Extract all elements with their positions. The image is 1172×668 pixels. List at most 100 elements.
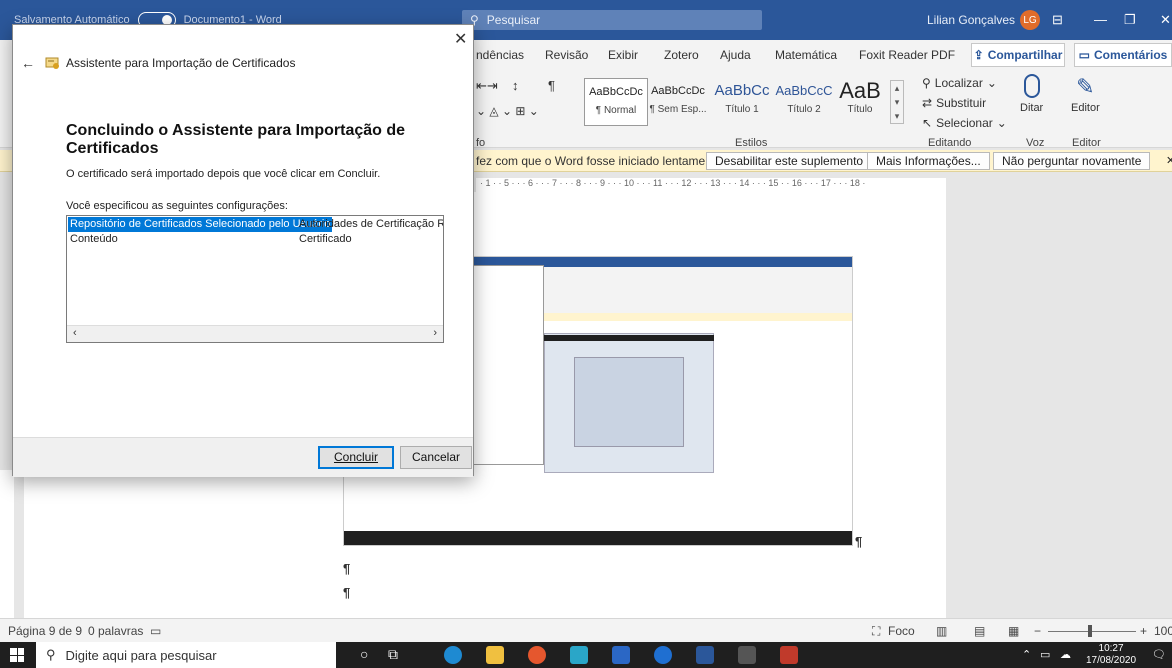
style-titulo[interactable]: AaB Título [836,78,884,126]
pilcrow-icon[interactable]: ¶ [548,78,555,93]
wizard-title: Assistente para Importação de Certificad… [66,56,296,70]
indent-icon[interactable]: ⇤⇥ [476,78,498,94]
web-layout-icon[interactable]: ▦ [1008,624,1019,638]
localizar-button[interactable]: ⚲ Localizar ⌄ [922,76,997,90]
settings-label: Você especificou as seguintes configuraç… [66,200,288,212]
title-search-box[interactable]: ⚲ Pesquisar [462,10,762,30]
scroll-right-icon[interactable]: › [433,327,437,339]
chevron-up-icon[interactable]: ⌃ [1022,648,1031,661]
print-layout-icon[interactable]: ▤ [974,624,985,638]
task-view-icon[interactable]: ⧉ [388,646,398,663]
tab-exibir[interactable]: Exibir [608,48,638,62]
settings-list[interactable]: Repositório de Certificados Selecionado … [66,215,444,343]
style-sem-esp-sample: AaBbCcDc [651,85,705,97]
comments-button[interactable]: ▭ Comentários [1074,43,1172,67]
disable-addin-button[interactable]: Desabilitar este suplemento [706,152,873,170]
tab-referencias[interactable]: ndências [476,48,524,62]
zoom-level[interactable]: 100 [1154,624,1172,638]
wizard-heading: Concluindo o Assistente para Importação … [66,122,406,157]
taskbar-search[interactable]: ⚲ Digite aqui para pesquisar [36,642,336,668]
scroll-left-icon[interactable]: ‹ [73,327,77,339]
cortana-icon[interactable]: ○ [360,646,368,662]
app-icon[interactable] [570,646,588,664]
ditar-button[interactable]: Ditar [1020,74,1043,114]
group-label-fonte: fo [476,137,486,149]
zoom-in-icon[interactable]: + [1140,624,1147,638]
tab-foxit[interactable]: Foxit Reader PDF [859,48,955,62]
style-normal-sample: AaBbCcDc [589,86,643,98]
maximize-icon[interactable]: ❐ [1124,12,1136,28]
word-icon[interactable] [696,646,714,664]
style-normal[interactable]: AaBbCcDc ¶ Normal [584,78,648,126]
focus-mode-button[interactable]: Foco [888,624,915,638]
finish-button[interactable]: Concluir [318,446,394,469]
close-icon[interactable]: ✕ [454,29,467,49]
horizontal-scrollbar[interactable]: ‹ › [67,325,443,342]
word-count[interactable]: 0 palavras [88,624,143,638]
style-titulo-1[interactable]: AaBbCc Título 1 [710,78,774,126]
chrome-icon[interactable] [528,646,546,664]
group-label-estilos: Estilos [735,137,768,149]
substituir-button[interactable]: ⇄ Substituir [922,96,986,110]
tab-revisao[interactable]: Revisão [545,48,588,62]
style-sem-esp-name: ¶ Sem Esp... [649,104,707,115]
back-arrow-icon[interactable]: ← [21,55,35,71]
tab-matematica[interactable]: Matemática [775,48,837,62]
shading-icon[interactable]: ⌄ ◬ ⌄ ⊞ ⌄ [476,104,539,118]
cloud-icon[interactable]: ☁ [1060,648,1071,661]
certificate-app-icon[interactable] [780,646,798,664]
internet-explorer-icon[interactable] [654,646,672,664]
dont-ask-again-button[interactable]: Não perguntar novamente [993,152,1151,170]
paragraph-mark: ¶ [343,561,351,576]
setting-name: Repositório de Certificados Selecionado … [68,217,333,232]
style-titulo-2[interactable]: AaBbCcC Título 2 [772,78,836,126]
notification-icon[interactable]: 🗨 [1152,648,1166,661]
chevron-down-icon: ⌄ [996,116,1007,130]
tool-icon[interactable] [738,646,756,664]
selecionar-button[interactable]: ↖ Selecionar ⌄ [922,116,1007,130]
edge-icon[interactable] [444,646,462,664]
file-explorer-icon[interactable] [486,646,504,664]
style-sem-espacamento[interactable]: AaBbCcDc ¶ Sem Esp... [646,78,710,126]
close-window-icon[interactable]: ✕ [1160,12,1171,28]
list-item[interactable]: Repositório de Certificados Selecionado … [67,217,443,232]
cursor-icon: ↖ [922,116,933,130]
proofing-icon[interactable]: ▭ [150,624,161,638]
finish-label: Concluir [333,450,378,464]
avatar[interactable]: LG [1020,10,1040,30]
read-mode-icon[interactable]: ▥ [936,624,947,638]
page-indicator[interactable]: Página 9 de 9 [8,624,82,638]
windows-start-icon[interactable] [10,648,24,662]
tab-zotero[interactable]: Zotero [664,48,699,62]
sort-icon[interactable]: ↕ [512,78,519,93]
group-label-voz: Voz [1026,137,1045,149]
group-label-editando: Editando [928,137,972,149]
wizard-footer: Concluir Cancelar [13,437,473,477]
minimize-icon[interactable]: — [1094,12,1107,27]
system-clock[interactable]: 10:27 17/08/2020 [1086,643,1136,667]
ribbon-display-icon[interactable]: ⊟ [1052,12,1063,28]
horizontal-ruler: · 1 · · 5 · · · 6 · · · 7 · · · 8 · · · … [476,178,946,192]
battery-icon[interactable]: ▭ [1040,648,1050,661]
microphone-icon [1023,74,1040,98]
styles-scroll-icon[interactable]: ▴ ▾ ▾ [890,80,904,124]
editor-button[interactable]: ✎ Editor [1071,74,1100,114]
zoom-slider[interactable] [1048,631,1136,632]
nested-inner-taskbar [544,335,714,341]
ditar-label: Ditar [1020,102,1044,114]
list-item[interactable]: Conteúdo Certificado [67,232,443,247]
close-icon[interactable]: ✕ [1166,154,1172,167]
taskbar-search-placeholder: Digite aqui para pesquisar [65,647,217,663]
tab-ajuda[interactable]: Ajuda [720,48,751,62]
zoom-out-icon[interactable]: − [1034,624,1041,638]
facebook-icon[interactable] [612,646,630,664]
wizard-info-text: O certificado será importado depois que … [66,168,381,180]
style-titulo2-sample: AaBbCcC [775,83,833,98]
share-button[interactable]: ⇪ Compartilhar [971,43,1065,67]
focus-icon[interactable]: ⛶ [872,624,880,639]
share-icon: ⇪ [973,48,984,62]
more-info-button[interactable]: Mais Informações... [867,152,990,170]
cancel-button[interactable]: Cancelar [400,446,472,469]
nested-ribbon [544,267,852,313]
zoom-slider-thumb[interactable] [1088,625,1092,637]
